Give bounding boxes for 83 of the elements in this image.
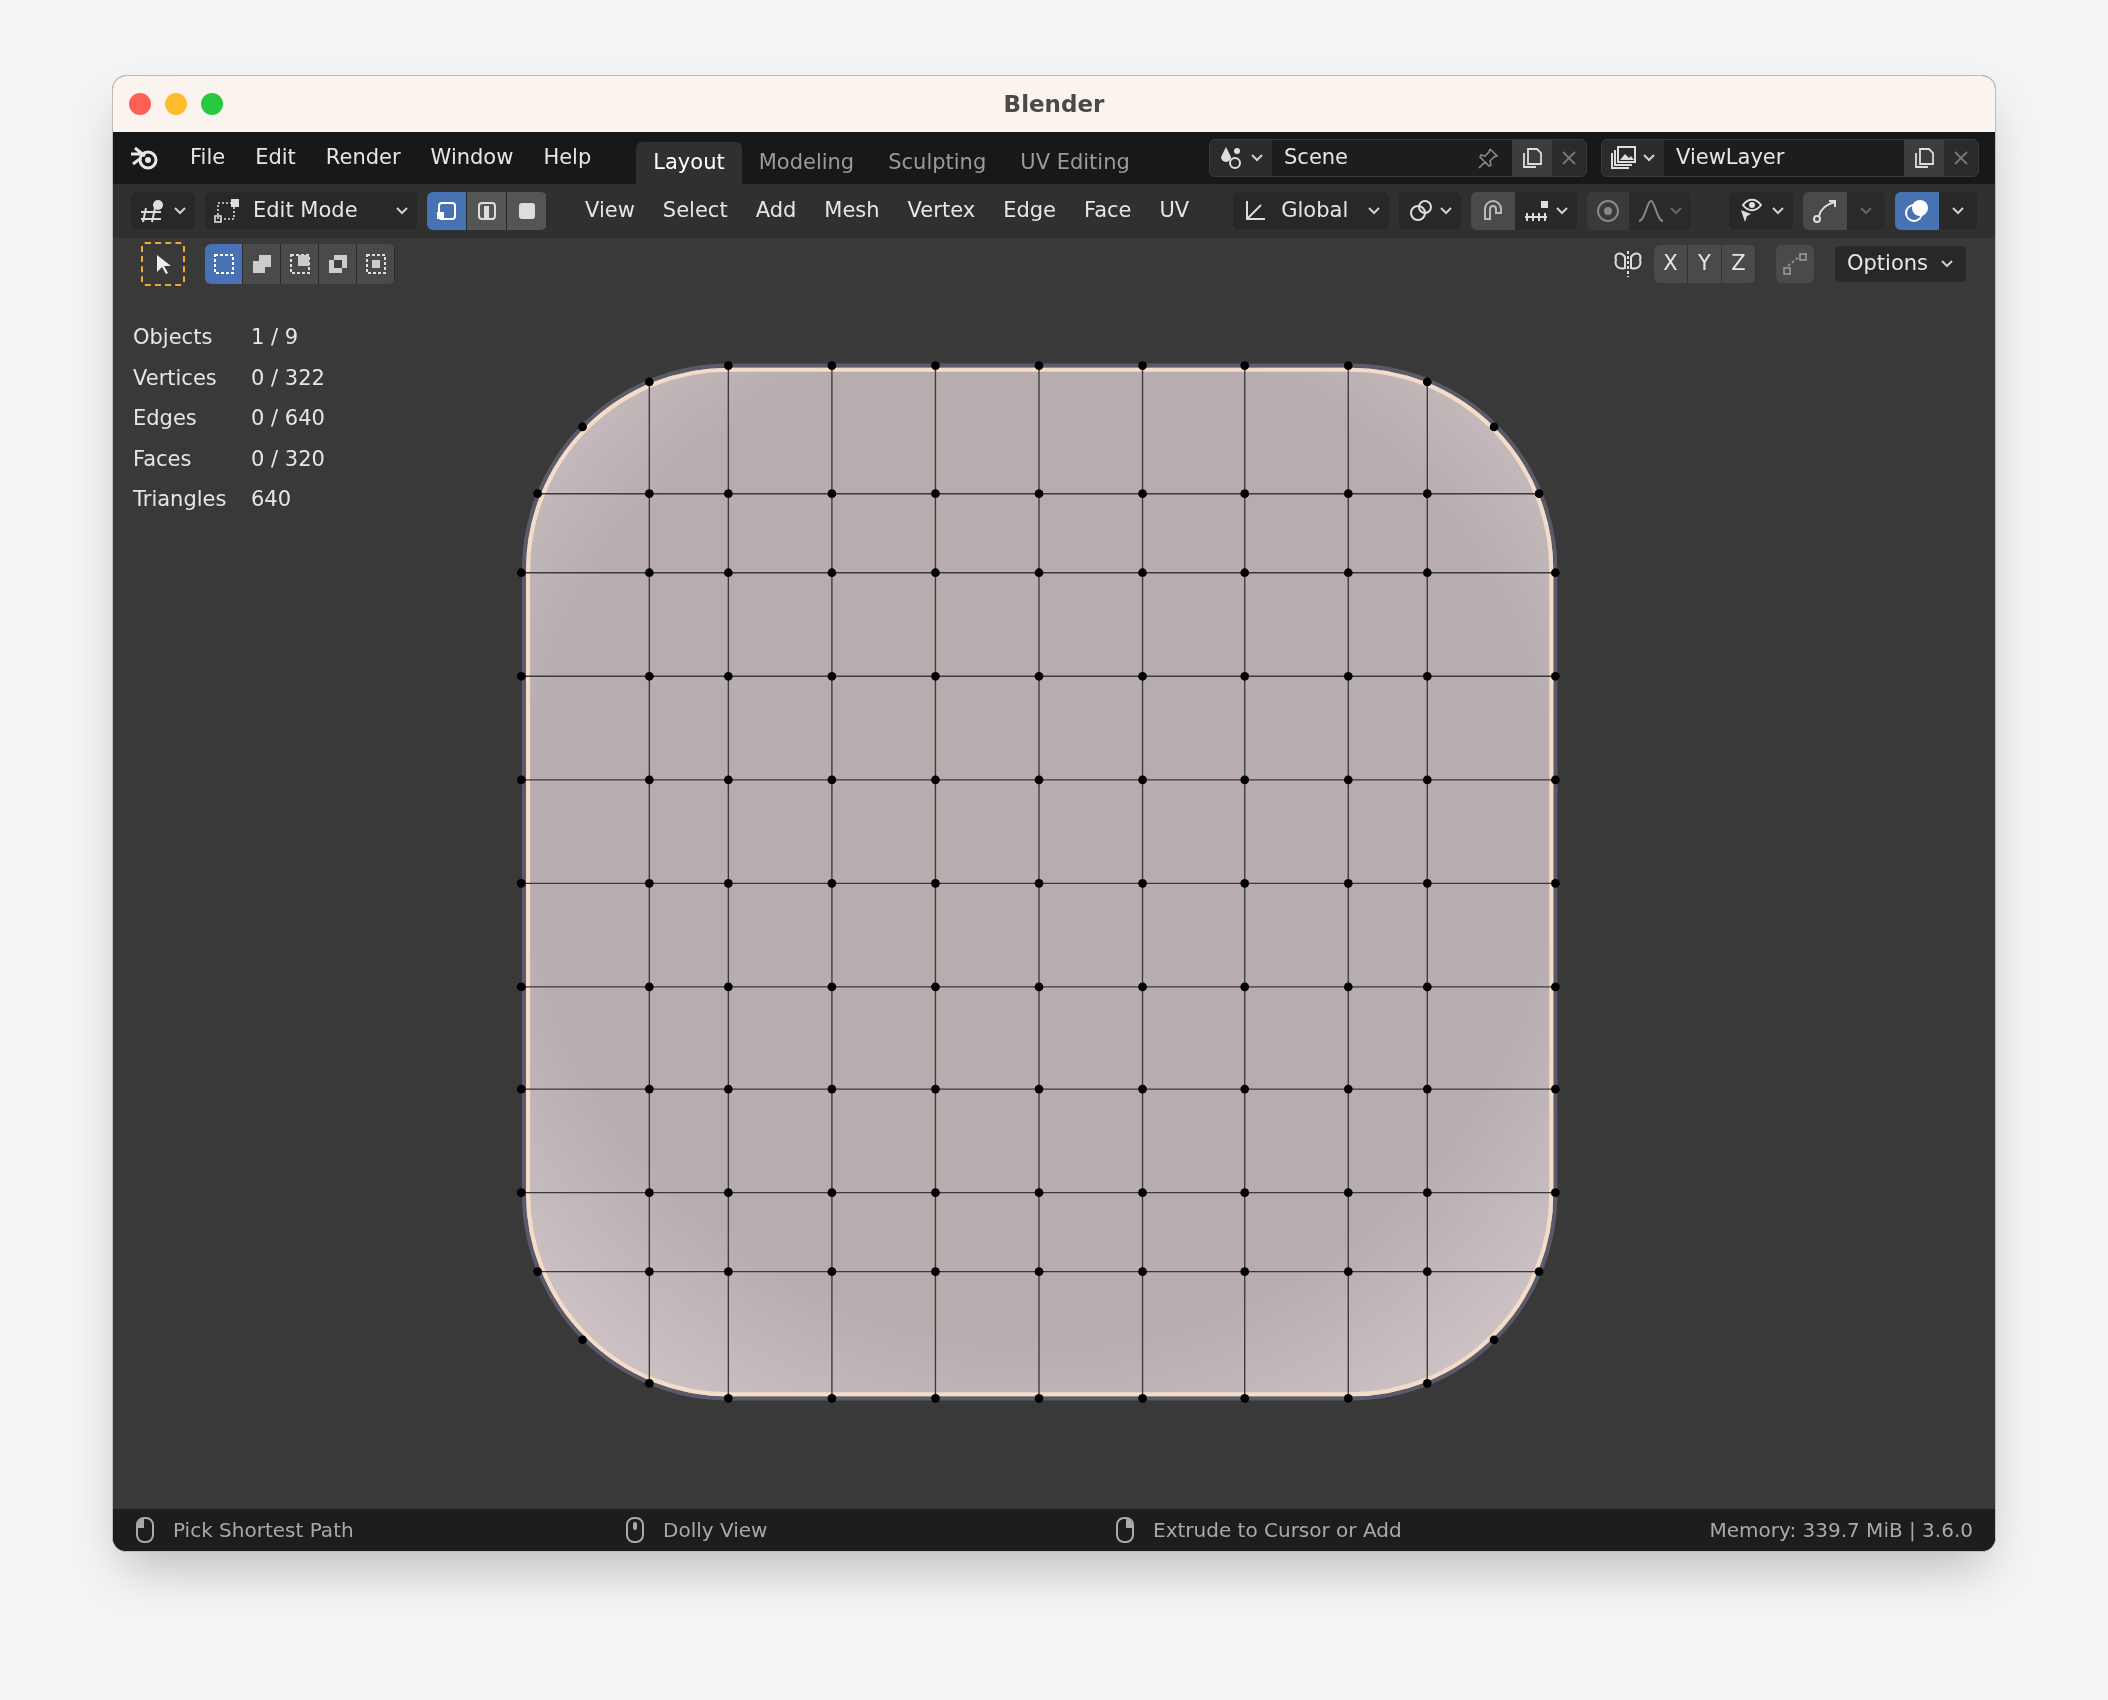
mode-dropdown[interactable]: Edit Mode [205,192,417,230]
chevron-down-icon [1555,206,1570,216]
invert-selection-icon [327,254,348,274]
stat-label: Faces [133,445,193,473]
menu-item[interactable]: Edit [240,142,311,174]
menu-item[interactable]: Mesh [810,195,894,227]
stat-label: Triangles [133,486,228,513]
selection-mode-button[interactable] [281,244,319,284]
visibility-button[interactable] [1729,192,1793,230]
overlay-circles-icon [1903,197,1931,225]
stat-value: 0 / 640 [251,405,325,432]
menu-item[interactable]: Face [1070,195,1146,227]
gizmo-arrow-icon [1811,197,1839,225]
menu-item[interactable]: Add [741,195,811,227]
chevron-down-icon [1859,206,1873,216]
selection-mode-button[interactable] [357,244,395,284]
status-hint: Extrude to Cursor or Add [1153,1517,1402,1544]
selection-mode-button[interactable] [319,244,357,284]
snap-toggle[interactable] [1471,192,1516,230]
selection-mode-button[interactable] [243,244,281,284]
menu-item[interactable]: View [571,195,649,227]
workspace-tab[interactable]: UV Editing [1003,142,1147,184]
selection-mode-button[interactable] [205,244,243,284]
intersect-selection-icon [365,254,386,274]
stat-value: 1 / 9 [251,324,299,351]
mouse-icon [135,1516,155,1544]
pivot-button[interactable] [1399,192,1462,230]
mouse-icon [1115,1516,1135,1544]
menu-item[interactable]: File [175,142,241,174]
chevron-down-icon [1940,259,1954,269]
chevron-down-icon [1771,206,1785,216]
stat-label: Objects [133,324,214,351]
menu-item[interactable]: Vertex [893,195,990,227]
editor-type-button[interactable] [131,192,195,230]
chevron-down-icon [1367,206,1382,216]
status-hint: Dolly View [663,1517,768,1544]
memory-info: Memory: 339.7 MiB | 3.6.0 [1709,1517,1973,1544]
select-mode-button[interactable] [467,192,507,230]
select-mode-button[interactable] [427,192,467,230]
stat-label: Edges [133,405,198,432]
falloff-button[interactable] [1629,192,1692,230]
falloff-curve-icon [1637,197,1666,225]
window-title: Blender [1003,89,1105,119]
select-mode-button[interactable] [507,192,547,230]
overlay-dropdown[interactable] [1939,192,1977,230]
gizmo-toggle[interactable] [1803,192,1847,230]
chevron-down-icon [1951,206,1965,216]
proportional-toggle[interactable] [1587,192,1630,230]
workspace-tab[interactable]: Modeling [741,142,872,184]
workspace-tab[interactable]: Sculpting [871,142,1004,184]
chevron-down-icon [173,206,187,216]
target-icon [1595,198,1622,224]
subtract-selection-icon [289,254,310,274]
overlay-toggle[interactable] [1895,192,1939,230]
stat-value: 0 / 322 [251,364,325,392]
auto-merge-button[interactable] [1775,245,1814,283]
edit-mode-icon [213,197,241,225]
chevron-down-icon [395,206,409,216]
axis-toggle[interactable]: Z [1721,245,1756,283]
axis-toggle[interactable]: Y [1687,245,1722,283]
orientation-dropdown[interactable]: Global [1233,192,1390,230]
stat-label: Vertices [133,364,218,392]
status-hint: Pick Shortest Path [173,1517,354,1544]
new-selection-icon [213,254,234,274]
extend-selection-icon [251,254,272,274]
stat-value: 0 / 320 [251,445,325,473]
chevron-down-icon [1669,206,1684,216]
menu-item[interactable]: Render [310,142,416,174]
close-button[interactable] [129,93,151,115]
menu-item[interactable]: Help [528,142,607,174]
dashed-link-icon [1781,251,1808,277]
axis-toggle[interactable]: X [1653,245,1688,283]
menu-item[interactable]: Select [648,195,742,227]
menu-item[interactable]: UV [1145,195,1204,227]
workspace-tab[interactable]: Layout [636,142,742,184]
stat-value: 640 [251,486,292,513]
select-tool-button[interactable] [141,242,185,286]
options-dropdown[interactable]: Options [1833,245,1967,283]
menu-item[interactable]: Edge [989,195,1070,227]
snap-target-button[interactable] [1515,192,1578,230]
mouse-icon [625,1516,645,1544]
chevron-down-icon [1439,206,1454,216]
menu-item[interactable]: Window [415,142,529,174]
